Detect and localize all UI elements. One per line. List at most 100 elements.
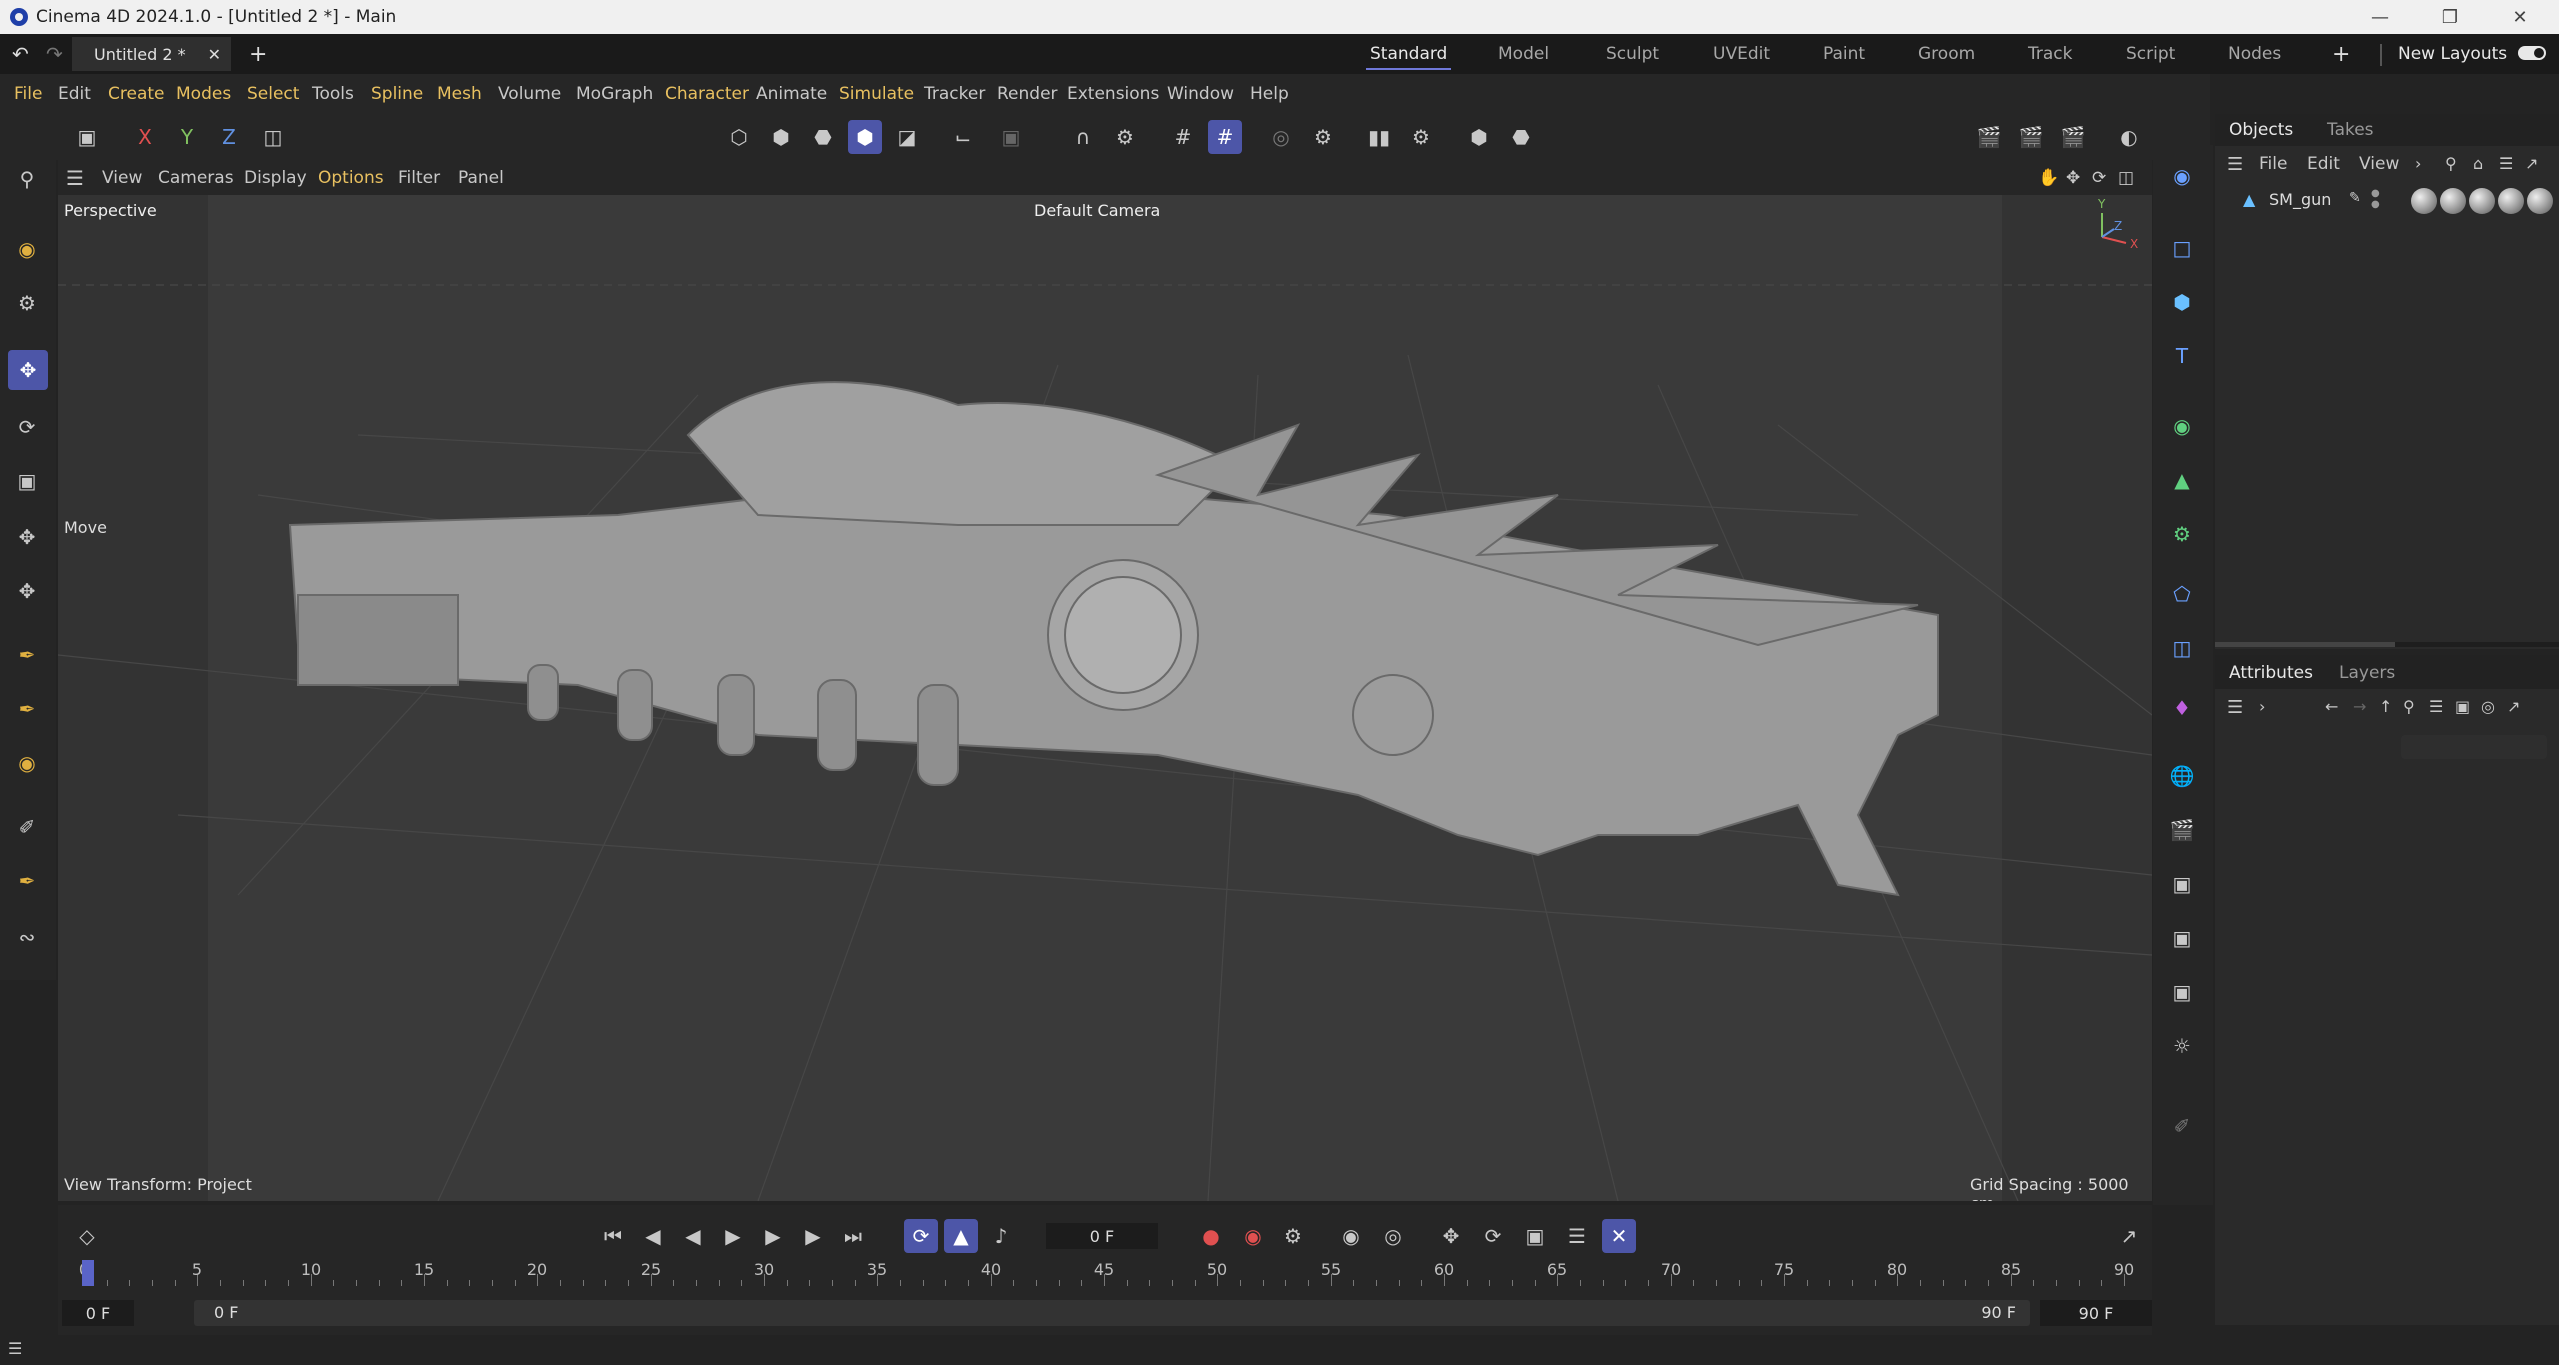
preview-start-field[interactable]: 0 F bbox=[62, 1300, 134, 1326]
polygon-pen-icon[interactable]: ∾ bbox=[10, 920, 44, 954]
loop-icon[interactable]: ⟳ bbox=[904, 1219, 938, 1253]
knife-tool-icon[interactable]: ✒ bbox=[10, 864, 44, 898]
menu-extensions[interactable]: Extensions bbox=[1067, 84, 1159, 104]
tweak-tool-icon[interactable]: ⚙ bbox=[10, 286, 44, 320]
active-camera-label[interactable]: Default Camera bbox=[1034, 201, 1160, 220]
record-icon[interactable]: ● bbox=[1194, 1219, 1228, 1253]
home-icon[interactable]: ⌂ bbox=[2473, 154, 2483, 173]
chevron-right-icon[interactable]: › bbox=[2259, 697, 2265, 716]
menu-volume[interactable]: Volume bbox=[498, 84, 561, 104]
edges-mode-icon[interactable]: ⬢ bbox=[764, 120, 798, 154]
layouts-toggle[interactable] bbox=[2518, 46, 2546, 60]
menu-character[interactable]: Character bbox=[665, 84, 749, 104]
menu-tools[interactable]: Tools bbox=[312, 84, 354, 104]
light-st-icon[interactable]: ☼ bbox=[2165, 1029, 2199, 1063]
menu-select[interactable]: Select bbox=[247, 84, 299, 104]
null-object-icon[interactable]: □ bbox=[2165, 231, 2199, 265]
viewport-menu-options[interactable]: Options bbox=[318, 168, 384, 188]
playhead[interactable] bbox=[82, 1260, 94, 1286]
scale-tool-icon[interactable]: ▣ bbox=[10, 464, 44, 498]
maximize-button[interactable]: ❐ bbox=[2415, 0, 2485, 34]
viewport-menu-panel[interactable]: Panel bbox=[458, 168, 504, 188]
menu-tracker[interactable]: Tracker bbox=[924, 84, 985, 104]
animation-mode-icon[interactable]: ▲ bbox=[944, 1219, 978, 1253]
next-key-icon[interactable]: ▶ bbox=[796, 1219, 830, 1253]
menu-file[interactable]: File bbox=[14, 84, 42, 104]
placement-tool-icon[interactable]: ✥ bbox=[10, 574, 44, 608]
axis-x-lock[interactable]: X bbox=[128, 120, 162, 154]
hamburger-menu-icon[interactable]: ☰ bbox=[2227, 697, 2243, 718]
deformer-icon[interactable]: ⬠ bbox=[2165, 577, 2199, 611]
target-icon[interactable]: ◎ bbox=[2481, 697, 2495, 716]
previous-key-icon[interactable]: ◀ bbox=[636, 1219, 670, 1253]
menu-mograph[interactable]: MoGraph bbox=[576, 84, 653, 104]
object-row[interactable]: ▲ SM_gun ✎ ● ● bbox=[2215, 186, 2559, 216]
search-icon[interactable]: ⚲ bbox=[10, 162, 44, 196]
chevron-right-icon[interactable]: › bbox=[2415, 154, 2421, 173]
layout-tab-nodes[interactable]: Nodes bbox=[2228, 34, 2281, 74]
undo-icon[interactable]: ↶ bbox=[12, 42, 29, 66]
snap-magnet-icon[interactable]: ∩ bbox=[1066, 120, 1100, 154]
go-to-start-icon[interactable]: ⏮ bbox=[596, 1219, 630, 1253]
hamburger-menu-icon[interactable]: ☰ bbox=[8, 1339, 22, 1358]
layout-tab-groom[interactable]: Groom bbox=[1918, 34, 1975, 74]
tab-objects[interactable]: Objects bbox=[2229, 120, 2293, 140]
pan-hand-icon[interactable]: ✋ bbox=[2038, 168, 2059, 188]
viewport-menu-display[interactable]: Display bbox=[244, 168, 307, 188]
go-to-end-icon[interactable]: ⏭ bbox=[836, 1219, 870, 1253]
layout-tab-standard[interactable]: Standard bbox=[1365, 34, 1452, 74]
timeline-ruler[interactable]: 051015202530354045505560657075808590 bbox=[78, 1258, 2138, 1286]
play-icon[interactable]: ▶ bbox=[716, 1219, 750, 1253]
back-arrow-icon[interactable]: ← bbox=[2325, 697, 2338, 716]
visibility-toggle-icon[interactable]: ✎ bbox=[2349, 190, 2361, 206]
material-tags[interactable] bbox=[2411, 188, 2559, 214]
live-selection-icon[interactable]: ◉ bbox=[10, 232, 44, 266]
rotate-tool-icon[interactable]: ⟳ bbox=[10, 410, 44, 444]
archive-icon[interactable]: ▣ bbox=[70, 120, 104, 154]
symmetry-target-icon[interactable]: ◎ bbox=[1264, 120, 1298, 154]
render-settings-clapper-icon[interactable]: 🎬 bbox=[2056, 120, 2090, 154]
transform-tool-icon[interactable]: ✥ bbox=[10, 520, 44, 554]
menu-help[interactable]: Help bbox=[1250, 84, 1289, 104]
snap-settings-icon[interactable]: ⚙ bbox=[1108, 120, 1142, 154]
layout-tab-paint[interactable]: Paint bbox=[1823, 34, 1865, 74]
position-key-icon[interactable]: ✥ bbox=[1434, 1219, 1468, 1253]
menu-modes[interactable]: Modes bbox=[176, 84, 231, 104]
model-mode-icon[interactable]: ⬢ bbox=[848, 120, 882, 154]
forward-arrow-icon[interactable]: → bbox=[2353, 697, 2366, 716]
fcurve-icon[interactable]: ↗ bbox=[2112, 1219, 2146, 1253]
point-level-animation-icon[interactable]: ✕ bbox=[1602, 1219, 1636, 1253]
menu-simulate[interactable]: Simulate bbox=[839, 84, 914, 104]
tab-layers[interactable]: Layers bbox=[2339, 663, 2395, 683]
cube-object-icon[interactable]: ⬢ bbox=[2165, 285, 2199, 319]
axis-z-lock[interactable]: Z bbox=[212, 120, 246, 154]
render-view-icon[interactable]: 🎬 bbox=[1972, 120, 2006, 154]
keyframe-selection-icon[interactable]: ◉ bbox=[1334, 1219, 1368, 1253]
preview-end-field[interactable]: 90 F bbox=[2040, 1300, 2152, 1326]
current-frame-field[interactable]: 0 F bbox=[1046, 1223, 1158, 1249]
close-tab-icon[interactable]: ✕ bbox=[208, 45, 221, 64]
paint-brush-icon[interactable]: ✐ bbox=[10, 810, 44, 844]
primitive-shapes-icon[interactable]: ◉ bbox=[10, 746, 44, 780]
sound-icon[interactable]: ♪ bbox=[984, 1219, 1018, 1253]
objects-menu-view[interactable]: View bbox=[2359, 154, 2399, 174]
text-object-icon[interactable]: T bbox=[2165, 339, 2199, 373]
keyframe-diamond-icon[interactable]: ◇ bbox=[70, 1219, 104, 1253]
menu-spline[interactable]: Spline bbox=[371, 84, 423, 104]
cloner-icon[interactable]: ▲ bbox=[2165, 463, 2199, 497]
motion-clip-icon[interactable]: ◎ bbox=[1376, 1219, 1410, 1253]
hex-tool-icon[interactable]: ⬢ bbox=[1462, 120, 1496, 154]
spline-sketch-icon[interactable]: ✒ bbox=[10, 692, 44, 726]
key-settings-icon[interactable]: ⚙ bbox=[1276, 1219, 1310, 1253]
minimize-button[interactable]: — bbox=[2345, 0, 2415, 34]
scene-object-icon[interactable]: 🎬 bbox=[2165, 813, 2199, 847]
redshift-icon[interactable]: ◐ bbox=[2112, 120, 2146, 154]
objects-menu-file[interactable]: File bbox=[2259, 154, 2287, 174]
polygons-mode-icon[interactable]: ⬣ bbox=[806, 120, 840, 154]
hamburger-menu-icon[interactable]: ☰ bbox=[2227, 154, 2243, 175]
tab-takes[interactable]: Takes bbox=[2327, 120, 2374, 140]
layout-tab-model[interactable]: Model bbox=[1498, 34, 1549, 74]
texture-mode-icon[interactable]: ◪ bbox=[890, 120, 924, 154]
field-icon[interactable]: ◫ bbox=[2165, 631, 2199, 665]
add-tab-button[interactable]: + bbox=[249, 42, 267, 67]
